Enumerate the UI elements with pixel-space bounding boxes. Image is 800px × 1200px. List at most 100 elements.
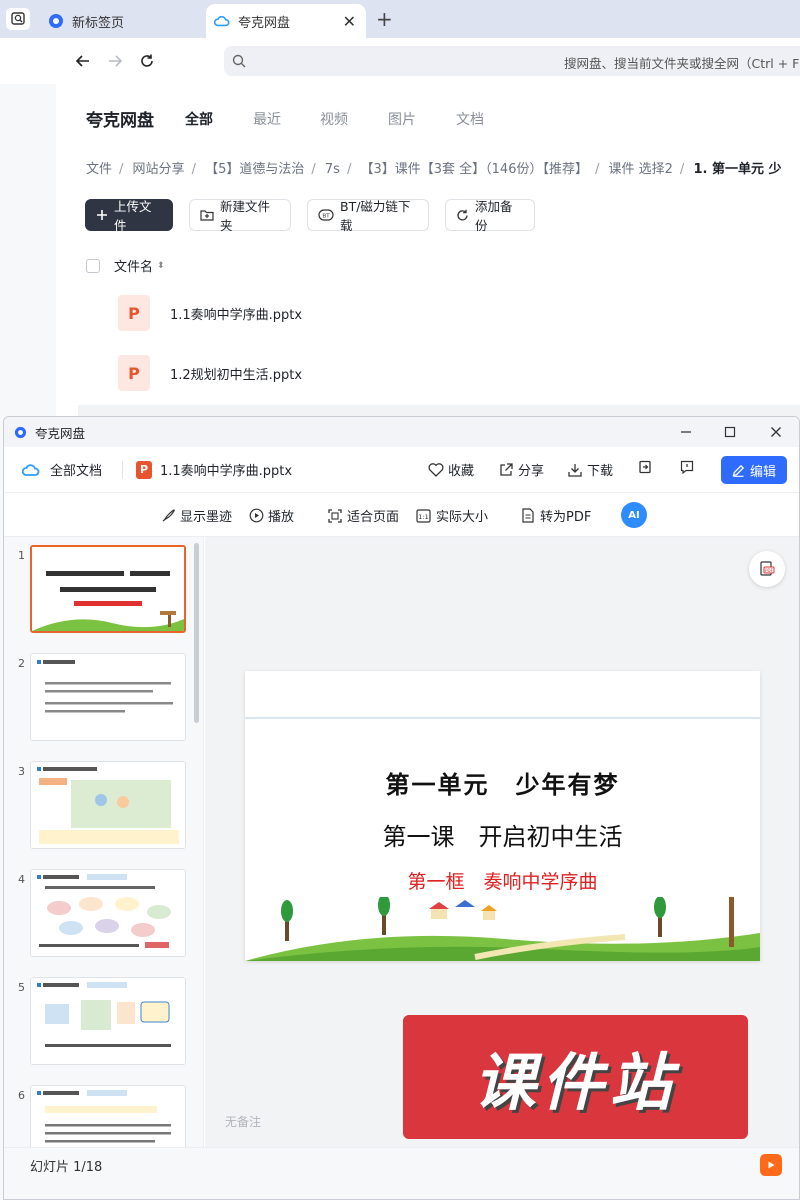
- thumbnail-number: 1: [18, 549, 25, 562]
- pdf-icon: PDF: [760, 561, 775, 576]
- tab-label: 夸克网盘: [238, 15, 291, 31]
- all-documents-button[interactable]: 全部文档: [22, 460, 102, 479]
- share-label: 分享: [518, 464, 545, 479]
- file-name-column-header[interactable]: 文件名: [114, 256, 153, 275]
- share-button[interactable]: 分享: [499, 460, 544, 479]
- slide-thumbnail[interactable]: [30, 761, 186, 849]
- pdf-export-button[interactable]: PDF: [749, 551, 785, 587]
- address-input[interactable]: 搜网盘、搜当前文件夹或搜全网（Ctrl + F）: [224, 46, 800, 76]
- tab-new-tab[interactable]: 新标签页: [40, 4, 200, 38]
- add-backup-button[interactable]: 添加备份: [445, 199, 535, 233]
- file-name[interactable]: 1.1奏响中学序曲.pptx: [170, 304, 302, 323]
- open-external-icon: [639, 460, 651, 474]
- slideshow-play-button[interactable]: [760, 1154, 782, 1176]
- viewer-window-title: 夸克网盘: [35, 425, 86, 441]
- nav-tab-video[interactable]: 视频: [320, 109, 348, 129]
- current-file: P 1.1奏响中学序曲.pptx: [136, 460, 292, 479]
- fit-page-button[interactable]: 适合页面: [328, 506, 399, 525]
- open-external-button[interactable]: [638, 460, 652, 474]
- reload-button[interactable]: [136, 50, 158, 72]
- file-name[interactable]: 1.2规划初中生活.pptx: [170, 364, 302, 383]
- download-button[interactable]: 下载: [568, 460, 613, 479]
- upload-label: 上传文件: [114, 199, 152, 233]
- sync-icon: [456, 209, 469, 222]
- comment-icon: [680, 460, 694, 474]
- new-folder-label: 新建文件夹: [220, 199, 271, 233]
- document-viewer-window: 夸克网盘 全部文档 P 1.1奏响中学序曲.pptx 收藏 分享 下载 编辑 显…: [3, 416, 800, 1200]
- fit-page-icon: [328, 508, 342, 523]
- slide-subtitle: 第一课 开启初中生活: [382, 823, 623, 851]
- notes-placeholder[interactable]: 无备注: [225, 1113, 261, 1130]
- edit-button[interactable]: 编辑: [721, 456, 787, 484]
- slide-counter: 幻灯片 1/18: [30, 1160, 103, 1175]
- divider: [122, 461, 123, 479]
- search-icon: [232, 54, 246, 68]
- add-backup-label: 添加备份: [475, 199, 513, 233]
- file-row[interactable]: P 1.2规划初中生活.pptx: [86, 348, 302, 398]
- thumbnail-preview: [31, 870, 185, 956]
- slide-thumbnail[interactable]: [30, 977, 186, 1065]
- close-icon[interactable]: [766, 422, 786, 442]
- favorite-button[interactable]: 收藏: [428, 460, 474, 479]
- slide-section-title: 第一框 奏响中学序曲: [407, 871, 598, 893]
- ai-assistant-button[interactable]: AI: [621, 502, 647, 528]
- slide-title: 第一单元 少年有梦: [385, 770, 620, 799]
- nav-tab-recent[interactable]: 最近: [253, 109, 281, 129]
- breadcrumb-item[interactable]: 【5】道德与法治: [205, 162, 304, 177]
- play-circle-icon: [249, 508, 264, 523]
- breadcrumb-item[interactable]: 【3】课件【3套 全】（146份）【推荐】: [360, 162, 588, 177]
- tab-search-button[interactable]: [6, 8, 30, 30]
- thumbnail-scrollbar[interactable]: [194, 543, 199, 723]
- show-ink-button[interactable]: 显示墨迹: [161, 506, 232, 525]
- forward-button[interactable]: [104, 50, 126, 72]
- nav-tab-document[interactable]: 文档: [456, 109, 484, 129]
- new-folder-button[interactable]: 新建文件夹: [189, 199, 291, 233]
- maximize-icon[interactable]: [720, 422, 740, 442]
- convert-pdf-button[interactable]: 转为PDF: [521, 506, 591, 525]
- play-label: 播放: [268, 510, 295, 525]
- svg-text:PDF: PDF: [765, 568, 773, 573]
- back-button[interactable]: [72, 50, 94, 72]
- tab-quark-drive[interactable]: 夸克网盘 ✕: [206, 4, 366, 38]
- pptx-file-icon: P: [136, 460, 152, 479]
- bt-download-button[interactable]: BT BT/磁力链下载: [307, 199, 429, 233]
- breadcrumb-item[interactable]: 文件: [86, 162, 112, 177]
- new-tab-button[interactable]: +: [376, 7, 393, 31]
- thumbnail-preview: [32, 547, 184, 631]
- thumbnail-preview: [31, 1086, 185, 1147]
- download-icon: [568, 463, 582, 477]
- minimize-icon[interactable]: [676, 422, 696, 442]
- select-all-checkbox[interactable]: [86, 258, 100, 273]
- reload-icon: [141, 54, 153, 67]
- slide-thumbnail[interactable]: [30, 1085, 186, 1147]
- breadcrumb-item[interactable]: 7s: [325, 162, 340, 177]
- viewer-header-toolbar: 全部文档 P 1.1奏响中学序曲.pptx 收藏 分享 下载 编辑: [4, 447, 799, 493]
- slide-thumbnail[interactable]: [30, 653, 186, 741]
- pdf-convert-icon: [522, 508, 534, 523]
- breadcrumb-item[interactable]: 课件 选择2: [609, 162, 673, 177]
- ink-icon: [162, 509, 175, 522]
- nav-tab-image[interactable]: 图片: [388, 109, 416, 129]
- slide-thumbnail[interactable]: [30, 545, 186, 633]
- pptx-file-icon: P: [118, 295, 150, 331]
- slide-header-line: [245, 717, 760, 719]
- viewer-status-bar: 幻灯片 1/18: [4, 1147, 799, 1199]
- actual-size-button[interactable]: 1:1 实际大小: [416, 506, 488, 525]
- upload-button[interactable]: 上传文件: [85, 199, 173, 233]
- quark-logo-icon: [48, 13, 64, 29]
- nav-tab-all[interactable]: 全部: [185, 109, 213, 129]
- viewer-doc-toolbar: 显示墨迹 播放 适合页面 1:1 实际大小 转为PDF AI: [4, 493, 799, 537]
- breadcrumb-item[interactable]: 网站分享: [133, 162, 185, 177]
- arrow-right-icon: [109, 55, 123, 67]
- favorite-label: 收藏: [448, 464, 475, 479]
- tab-close-icon[interactable]: ✕: [343, 12, 356, 31]
- sort-icon[interactable]: ⬍: [157, 261, 165, 271]
- file-row[interactable]: P 1.1奏响中学序曲.pptx: [86, 288, 302, 338]
- slide-thumbnail[interactable]: [30, 869, 186, 957]
- slide-landscape-illustration: [245, 897, 760, 961]
- pptx-file-icon: P: [118, 355, 150, 391]
- play-button[interactable]: 播放: [249, 506, 294, 525]
- slide-preview: 第一单元 少年有梦 第一课 开启初中生活 第一框 奏响中学序曲: [245, 671, 760, 961]
- actual-size-icon: 1:1: [416, 508, 431, 523]
- comment-button[interactable]: [680, 460, 694, 474]
